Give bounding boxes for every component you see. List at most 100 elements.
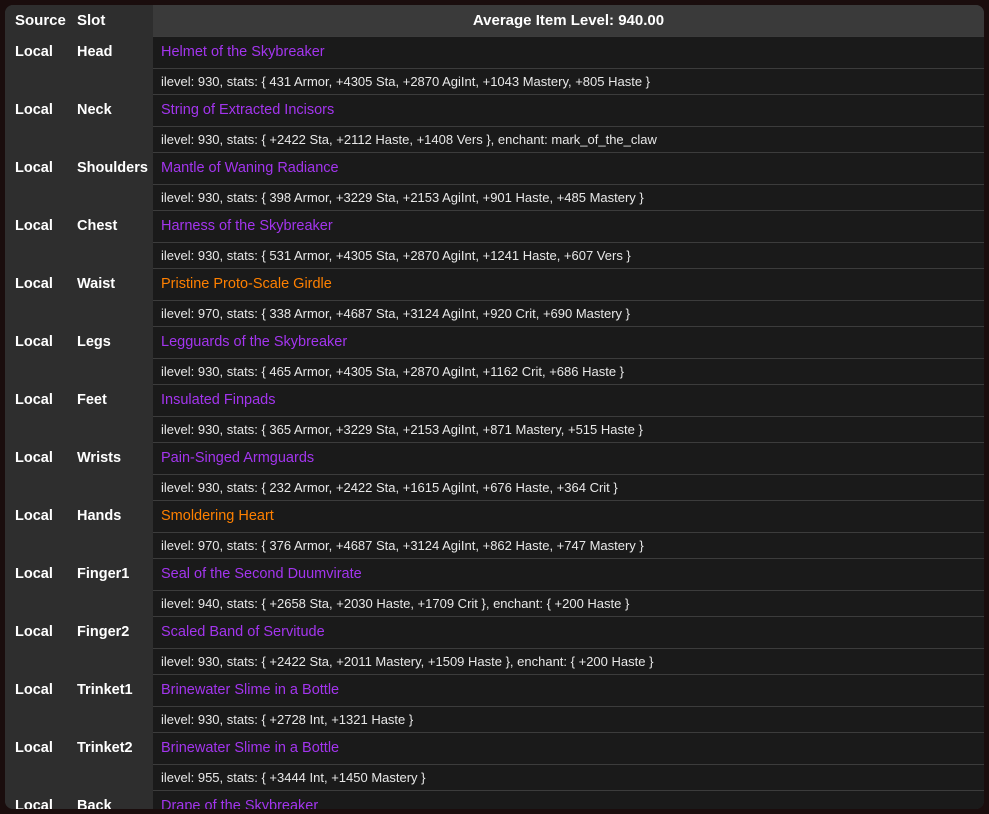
cell-item-name[interactable]: Pristine Proto-Scale Girdle	[153, 267, 984, 301]
cell-source-spacer	[5, 532, 73, 558]
table-row: Local Legs Legguards of the Skybreaker	[5, 325, 984, 359]
column-header-slot: Slot	[73, 5, 153, 36]
cell-slot: Waist	[73, 268, 153, 300]
cell-item-name[interactable]: Scaled Band of Servitude	[153, 615, 984, 649]
table-row-stats: ilevel: 970, stats: { 376 Armor, +4687 S…	[5, 532, 984, 559]
cell-item-name[interactable]: Pain-Singed Armguards	[153, 441, 984, 475]
cell-slot-spacer	[73, 126, 153, 152]
cell-slot-spacer	[73, 474, 153, 500]
cell-slot: Wrists	[73, 442, 153, 474]
cell-slot: Back	[73, 790, 153, 809]
cell-source: Local	[5, 558, 73, 590]
cell-slot-spacer	[73, 590, 153, 616]
cell-source-spacer	[5, 358, 73, 384]
table-row: Local Chest Harness of the Skybreaker	[5, 209, 984, 243]
cell-slot: Trinket1	[73, 674, 153, 706]
table-row-stats: ilevel: 930, stats: { 531 Armor, +4305 S…	[5, 242, 984, 269]
cell-source-spacer	[5, 184, 73, 210]
cell-source: Local	[5, 326, 73, 358]
cell-source: Local	[5, 732, 73, 764]
cell-item-stats: ilevel: 930, stats: { 431 Armor, +4305 S…	[153, 68, 984, 95]
table-row: Local Hands Smoldering Heart	[5, 499, 984, 533]
table-row-stats: ilevel: 930, stats: { +2422 Sta, +2112 H…	[5, 126, 984, 153]
cell-source-spacer	[5, 300, 73, 326]
table-row: Local Shoulders Mantle of Waning Radiance	[5, 151, 984, 185]
cell-slot-spacer	[73, 184, 153, 210]
cell-source-spacer	[5, 474, 73, 500]
cell-source-spacer	[5, 242, 73, 268]
table-row-stats: ilevel: 930, stats: { +2728 Int, +1321 H…	[5, 706, 984, 733]
cell-slot: Hands	[73, 500, 153, 532]
cell-slot: Chest	[73, 210, 153, 242]
table-row-stats: ilevel: 930, stats: { 232 Armor, +2422 S…	[5, 474, 984, 501]
table-row-stats: ilevel: 970, stats: { 338 Armor, +4687 S…	[5, 300, 984, 327]
cell-item-stats: ilevel: 930, stats: { 398 Armor, +3229 S…	[153, 184, 984, 211]
cell-slot-spacer	[73, 532, 153, 558]
cell-source: Local	[5, 210, 73, 242]
cell-source: Local	[5, 384, 73, 416]
cell-source: Local	[5, 500, 73, 532]
cell-source-spacer	[5, 68, 73, 94]
table-row-stats: ilevel: 930, stats: { 365 Armor, +3229 S…	[5, 416, 984, 443]
cell-slot: Legs	[73, 326, 153, 358]
cell-item-stats: ilevel: 940, stats: { +2658 Sta, +2030 H…	[153, 590, 984, 617]
table-header: Source Slot Average Item Level: 940.00	[5, 5, 984, 36]
cell-item-name[interactable]: Drape of the Skybreaker	[153, 789, 984, 809]
cell-slot-spacer	[73, 416, 153, 442]
cell-item-name[interactable]: Brinewater Slime in a Bottle	[153, 731, 984, 765]
table-row-stats: ilevel: 955, stats: { +3444 Int, +1450 M…	[5, 764, 984, 791]
table-row: Local Neck String of Extracted Incisors	[5, 93, 984, 127]
cell-item-name[interactable]: Helmet of the Skybreaker	[153, 35, 984, 69]
table-row: Local Feet Insulated Finpads	[5, 383, 984, 417]
header-row: Source Slot Average Item Level: 940.00	[5, 5, 984, 36]
cell-item-name[interactable]: Smoldering Heart	[153, 499, 984, 533]
cell-source-spacer	[5, 416, 73, 442]
column-header-source: Source	[5, 5, 73, 36]
table-row: Local Trinket1 Brinewater Slime in a Bottl…	[5, 673, 984, 707]
cell-source: Local	[5, 616, 73, 648]
cell-slot-spacer	[73, 358, 153, 384]
cell-item-stats: ilevel: 955, stats: { +3444 Int, +1450 M…	[153, 764, 984, 791]
cell-item-stats: ilevel: 930, stats: { 531 Armor, +4305 S…	[153, 242, 984, 269]
cell-slot: Shoulders	[73, 152, 153, 184]
table-row-stats: ilevel: 940, stats: { +2658 Sta, +2030 H…	[5, 590, 984, 617]
cell-source: Local	[5, 94, 73, 126]
table-row: Local Finger2 Scaled Band of Servitude	[5, 615, 984, 649]
cell-source: Local	[5, 152, 73, 184]
table-row: Local Head Helmet of the Skybreaker	[5, 35, 984, 69]
cell-slot: Finger1	[73, 558, 153, 590]
cell-slot-spacer	[73, 648, 153, 674]
cell-source-spacer	[5, 648, 73, 674]
gear-table: Source Slot Average Item Level: 940.00 L…	[5, 5, 984, 809]
cell-item-stats: ilevel: 930, stats: { +2728 Int, +1321 H…	[153, 706, 984, 733]
cell-source-spacer	[5, 126, 73, 152]
average-item-level-title: Average Item Level: 940.00	[153, 5, 984, 36]
gear-panel: Source Slot Average Item Level: 940.00 L…	[5, 5, 984, 809]
cell-item-stats: ilevel: 970, stats: { 338 Armor, +4687 S…	[153, 300, 984, 327]
cell-slot: Trinket2	[73, 732, 153, 764]
table-row-stats: ilevel: 930, stats: { 398 Armor, +3229 S…	[5, 184, 984, 211]
cell-source: Local	[5, 442, 73, 474]
cell-item-name[interactable]: String of Extracted Incisors	[153, 93, 984, 127]
table-row: Local Finger1 Seal of the Second Duumvirat…	[5, 557, 984, 591]
cell-item-name[interactable]: Brinewater Slime in a Bottle	[153, 673, 984, 707]
cell-slot-spacer	[73, 242, 153, 268]
cell-item-name[interactable]: Mantle of Waning Radiance	[153, 151, 984, 185]
cell-item-name[interactable]: Insulated Finpads	[153, 383, 984, 417]
cell-source: Local	[5, 790, 73, 809]
cell-source-spacer	[5, 590, 73, 616]
cell-item-name[interactable]: Seal of the Second Duumvirate	[153, 557, 984, 591]
table-row-stats: ilevel: 930, stats: { +2422 Sta, +2011 M…	[5, 648, 984, 675]
cell-item-stats: ilevel: 930, stats: { +2422 Sta, +2011 M…	[153, 648, 984, 675]
table-row: Local Wrists Pain-Singed Armguards	[5, 441, 984, 475]
cell-item-name[interactable]: Legguards of the Skybreaker	[153, 325, 984, 359]
cell-slot-spacer	[73, 764, 153, 790]
cell-slot: Feet	[73, 384, 153, 416]
cell-item-stats: ilevel: 970, stats: { 376 Armor, +4687 S…	[153, 532, 984, 559]
cell-item-name[interactable]: Harness of the Skybreaker	[153, 209, 984, 243]
cell-slot: Head	[73, 36, 153, 68]
cell-item-stats: ilevel: 930, stats: { +2422 Sta, +2112 H…	[153, 126, 984, 153]
cell-slot: Finger2	[73, 616, 153, 648]
table-row: Local Waist Pristine Proto-Scale Girdle	[5, 267, 984, 301]
cell-item-stats: ilevel: 930, stats: { 465 Armor, +4305 S…	[153, 358, 984, 385]
